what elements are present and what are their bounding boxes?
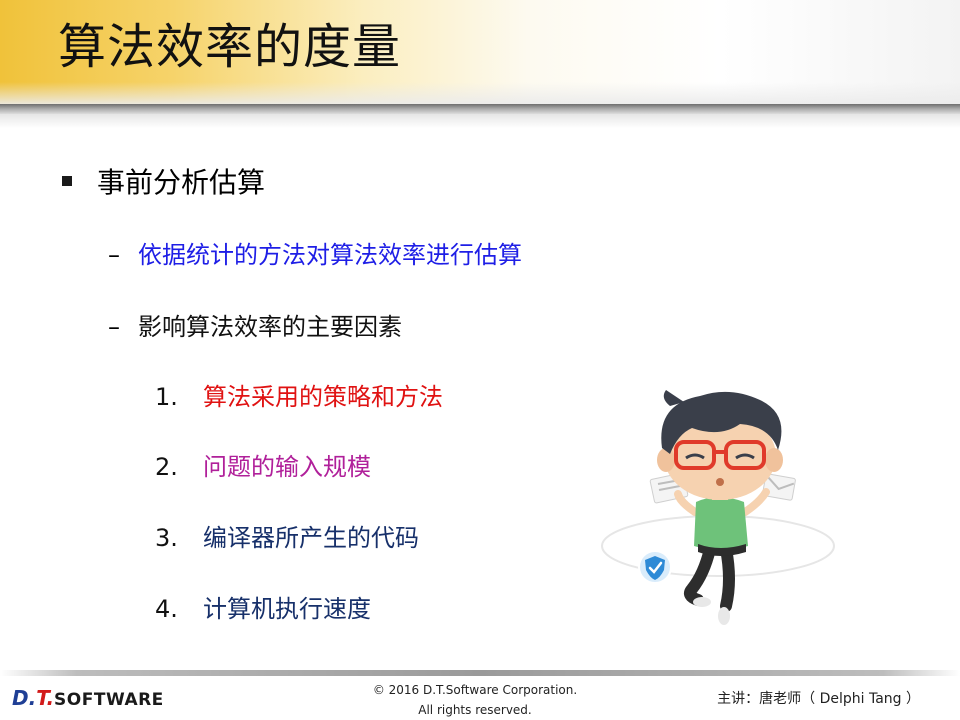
factor-item-strategy: 算法采用的策略和方法: [203, 383, 443, 411]
factor-number: 1.: [155, 383, 178, 411]
dash-marker: –: [108, 313, 120, 341]
copyright-notice: © 2016 D.T.Software Corporation. All rig…: [340, 680, 610, 720]
factor-item-machine-speed: 计算机执行速度: [203, 595, 371, 623]
level1-item: 事前分析估算: [97, 166, 266, 199]
factor-item-compiler-code: 编译器所产生的代码: [203, 524, 419, 552]
speaker-credit: 主讲：唐老师（ Delphi Tang ）: [717, 691, 920, 707]
title-divider: [0, 104, 960, 114]
factor-item-input-size: 问题的输入规模: [203, 453, 371, 481]
slide-title: 算法效率的度量: [58, 19, 402, 75]
copyright-line: © 2016 D.T.Software Corporation.: [372, 683, 578, 697]
factor-number: 3.: [155, 524, 178, 552]
dt-software-logo: D.T.SOFTWARE: [12, 686, 164, 710]
dash-marker: –: [108, 241, 120, 269]
copyright-line: All rights reserved.: [418, 703, 532, 717]
factor-number: 2.: [155, 453, 178, 481]
factor-number: 4.: [155, 595, 178, 623]
footer-divider: [0, 670, 960, 676]
bullet-square-icon: [62, 176, 72, 186]
level2-item-statistics: 依据统计的方法对算法效率进行估算: [138, 241, 522, 269]
title-divider-shadow: [0, 114, 960, 128]
level2-item-factors: 影响算法效率的主要因素: [138, 313, 402, 341]
cartoon-boy-icon: [601, 390, 835, 625]
